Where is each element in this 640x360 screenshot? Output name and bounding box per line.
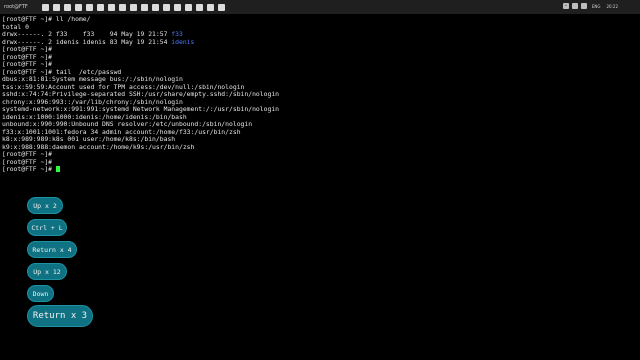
terminal-output[interactable]: [root@FTF ~]# ll /home/total 0 drwx------… [2, 15, 632, 174]
calc-icon[interactable] [174, 3, 181, 11]
key-badge-up-x12: Up x 12 [27, 263, 67, 280]
cursor [55, 166, 60, 172]
terminal-icon[interactable] [108, 3, 115, 11]
vscode-icon[interactable] [141, 3, 148, 11]
system-tray: ^ ENG 20:22 [562, 3, 618, 9]
edge-icon[interactable] [64, 3, 71, 11]
camera-icon[interactable] [207, 3, 214, 11]
key-badge-up-x2: Up x 2 [27, 197, 63, 214]
store-icon[interactable] [75, 3, 82, 11]
terminal-line: [root@FTF ~]# ll /home/ [2, 15, 632, 24]
settings-icon[interactable] [119, 3, 126, 11]
notes-icon[interactable] [196, 3, 203, 11]
key-badge-return-x3: Return x 3 [27, 305, 93, 327]
files-icon[interactable] [152, 3, 159, 11]
music-icon[interactable] [218, 3, 225, 11]
window-title: root@FTF:~ [4, 4, 28, 10]
language-indicator[interactable]: ENG [592, 4, 601, 9]
line-text: [root@FTF ~]# [2, 165, 56, 173]
paint-icon[interactable] [163, 3, 170, 11]
clock[interactable]: 20:22 [606, 4, 618, 9]
key-badge-down: Down [27, 285, 54, 302]
key-badge-ctrl-l: Ctrl + L [27, 219, 67, 236]
terminal-line: [root@FTF ~]# [2, 150, 632, 159]
explorer-icon[interactable] [53, 3, 60, 11]
taskbar-icons [42, 3, 225, 11]
taskbar: root@FTF:~ ^ ENG 20:22 [0, 0, 640, 14]
up-arrow-icon[interactable]: ^ [562, 3, 569, 9]
directory-name: idenis [171, 37, 195, 46]
network-icon[interactable] [571, 3, 578, 9]
chrome-icon[interactable] [130, 3, 137, 11]
terminal-line: [root@FTF ~]# [2, 165, 632, 174]
media-icon[interactable] [185, 3, 192, 11]
terminal-line: [root@FTF ~]# [2, 45, 632, 54]
volume-icon[interactable] [580, 3, 587, 9]
key-badge-return-x4: Return x 4 [27, 241, 77, 258]
photos-icon[interactable] [97, 3, 104, 11]
terminal-line: k9:x:988:988:daemon account:/home/k9s:/u… [2, 143, 632, 152]
app-icon[interactable] [42, 3, 49, 11]
terminal-line: [root@FTF ~]# [2, 158, 632, 167]
terminal-line: drwx------. 2 idenis idenis 83 May 19 21… [2, 37, 632, 47]
terminal-line: [root@FTF ~]# [2, 53, 632, 62]
mail-icon[interactable] [86, 3, 93, 11]
